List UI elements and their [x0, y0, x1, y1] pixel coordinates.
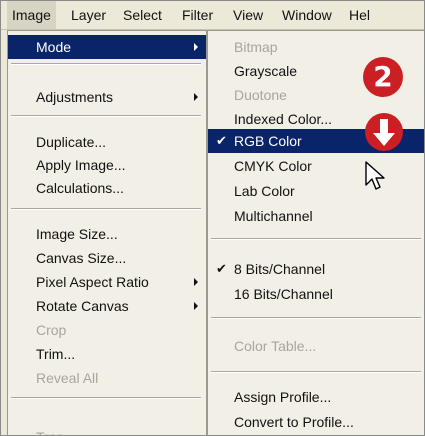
menu-item-trap: Trap...: [8, 425, 206, 435]
submenu-arrow-icon: [194, 43, 198, 51]
checkmark-icon: ✔: [216, 261, 227, 276]
submenu-arrow-icon: [194, 302, 198, 310]
menubar-image[interactable]: Image: [7, 1, 56, 29]
app-window: Image Layer Select Filter View Window He…: [0, 0, 425, 436]
menu-item-adjustments[interactable]: Adjustments: [8, 85, 206, 109]
menubar-help[interactable]: Hel: [344, 1, 375, 29]
menu-item-mode[interactable]: Mode: [8, 35, 206, 59]
menu-item-label: RGB Color: [234, 133, 302, 149]
submenu-arrow-icon: [194, 278, 198, 286]
menu-item-image-size[interactable]: Image Size...: [8, 222, 206, 246]
menu-separator: [11, 115, 201, 117]
menu-separator: [11, 397, 201, 399]
mouse-pointer-icon: [365, 161, 385, 190]
menu-item-label: Pixel Aspect Ratio: [36, 274, 149, 290]
menu-item-apply-image[interactable]: Apply Image...: [8, 153, 206, 177]
menu-item-duplicate[interactable]: Duplicate...: [8, 130, 206, 154]
menu-item-rotate-canvas[interactable]: Rotate Canvas: [8, 294, 206, 318]
menu-separator: [211, 317, 421, 319]
mode-item-8-bits[interactable]: ✔ 8 Bits/Channel: [208, 257, 424, 281]
mode-item-bitmap: Bitmap: [234, 39, 278, 55]
submenu-arrow-icon: [194, 93, 198, 101]
mode-item-cmyk-color[interactable]: CMYK Color: [208, 154, 424, 178]
menu-item-canvas-size[interactable]: Canvas Size...: [8, 246, 206, 270]
checkmark-icon: ✔: [216, 133, 227, 148]
menu-item-reveal-all: Reveal All: [36, 370, 99, 386]
menu-item-label: Rotate Canvas: [36, 298, 129, 314]
down-arrow-icon: [365, 113, 403, 151]
mode-item-16-bits[interactable]: 16 Bits/Channel: [208, 282, 424, 306]
menu-item-pixel-aspect-ratio[interactable]: Pixel Aspect Ratio: [8, 270, 206, 294]
mode-item-multichannel[interactable]: Multichannel: [208, 204, 424, 228]
menubar-window[interactable]: Window: [277, 1, 337, 29]
menu-item-label: 8 Bits/Channel: [234, 261, 326, 277]
menu-separator: [211, 238, 421, 240]
menu-item-calculations[interactable]: Calculations...: [8, 176, 206, 200]
menu-separator: [11, 63, 201, 65]
step-number-badge: 2: [363, 57, 403, 97]
mode-item-assign-profile[interactable]: Assign Profile...: [208, 385, 424, 409]
menubar-layer[interactable]: Layer: [66, 1, 111, 29]
menu-item-label: Adjustments: [36, 89, 114, 105]
menu-item-label: Mode: [36, 39, 72, 55]
mode-item-color-table: Color Table...: [234, 338, 317, 354]
menu-separator: [211, 371, 421, 373]
mode-item-convert-to-profile[interactable]: Convert to Profile...: [208, 410, 424, 434]
menu-bar: Image Layer Select Filter View Window He…: [1, 1, 424, 30]
menubar-select[interactable]: Select: [118, 1, 167, 29]
menu-item-crop: Crop: [36, 322, 67, 338]
image-menu: Mode Adjustments Duplicate... Apply Imag…: [7, 30, 207, 435]
menu-item-trim[interactable]: Trim...: [8, 342, 206, 366]
menubar-view[interactable]: View: [228, 1, 268, 29]
menubar-filter[interactable]: Filter: [177, 1, 218, 29]
menu-separator: [11, 208, 201, 210]
mode-item-lab-color[interactable]: Lab Color: [208, 179, 424, 203]
